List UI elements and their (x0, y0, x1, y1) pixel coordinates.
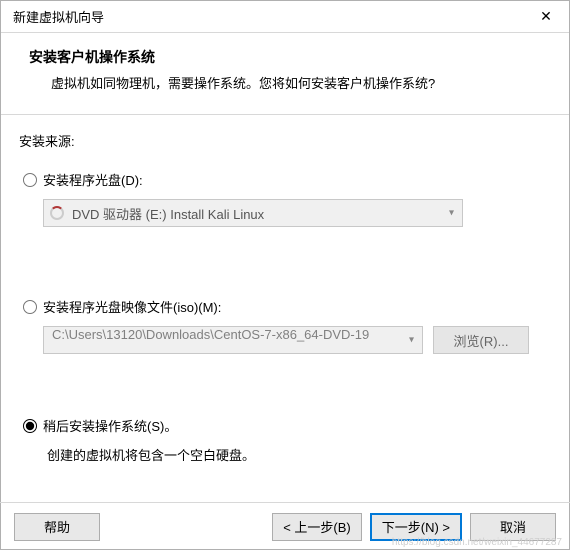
option-later-row[interactable]: 稍后安装操作系统(S)。 (19, 416, 551, 435)
back-button[interactable]: < 上一步(B) (272, 513, 362, 541)
option-disc-row[interactable]: 安装程序光盘(D): (19, 170, 551, 189)
disc-drive-text: DVD 驱动器 (E:) Install Kali Linux (72, 204, 264, 223)
titlebar: 新建虚拟机向导 ✕ (1, 1, 569, 33)
option-disc-label: 安装程序光盘(D): (43, 170, 143, 189)
next-button[interactable]: 下一步(N) > (370, 513, 462, 541)
option-later-label: 稍后安装操作系统(S)。 (43, 416, 177, 435)
disc-drive-dropdown[interactable]: DVD 驱动器 (E:) Install Kali Linux ▾ (43, 199, 463, 227)
window-title: 新建虚拟机向导 (13, 7, 104, 26)
option-disc: 安装程序光盘(D): DVD 驱动器 (E:) Install Kali Lin… (19, 170, 551, 227)
iso-path-combobox[interactable]: C:\Users\13120\Downloads\CentOS-7-x86_64… (43, 326, 423, 354)
wizard-footer: 帮助 < 上一步(B) 下一步(N) > 取消 (0, 502, 570, 550)
page-subtitle: 虚拟机如同物理机，需要操作系统。您将如何安装客户机操作系统? (29, 73, 541, 92)
radio-disc[interactable] (23, 173, 37, 187)
loading-icon (50, 206, 64, 220)
page-heading: 安装客户机操作系统 (29, 47, 541, 67)
iso-path-text: C:\Users\13120\Downloads\CentOS-7-x86_64… (52, 327, 369, 342)
option-iso: 安装程序光盘映像文件(iso)(M): C:\Users\13120\Downl… (19, 297, 551, 354)
wizard-header: 安装客户机操作系统 虚拟机如同物理机，需要操作系统。您将如何安装客户机操作系统? (1, 33, 569, 115)
later-note: 创建的虚拟机将包含一个空白硬盘。 (19, 445, 551, 464)
iso-input-row: C:\Users\13120\Downloads\CentOS-7-x86_64… (43, 326, 551, 354)
content-area: 安装来源: 安装程序光盘(D): DVD 驱动器 (E:) Install Ka… (1, 115, 569, 490)
chevron-down-icon: ▾ (409, 335, 414, 346)
close-icon[interactable]: ✕ (533, 4, 559, 30)
browse-button[interactable]: 浏览(R)... (433, 326, 529, 354)
option-iso-label: 安装程序光盘映像文件(iso)(M): (43, 297, 221, 316)
help-button[interactable]: 帮助 (14, 513, 100, 541)
option-later: 稍后安装操作系统(S)。 创建的虚拟机将包含一个空白硬盘。 (19, 416, 551, 464)
option-iso-row[interactable]: 安装程序光盘映像文件(iso)(M): (19, 297, 551, 316)
source-label: 安装来源: (19, 131, 551, 150)
radio-iso[interactable] (23, 300, 37, 314)
cancel-button[interactable]: 取消 (470, 513, 556, 541)
radio-later[interactable] (23, 419, 37, 433)
chevron-down-icon: ▾ (449, 208, 454, 219)
